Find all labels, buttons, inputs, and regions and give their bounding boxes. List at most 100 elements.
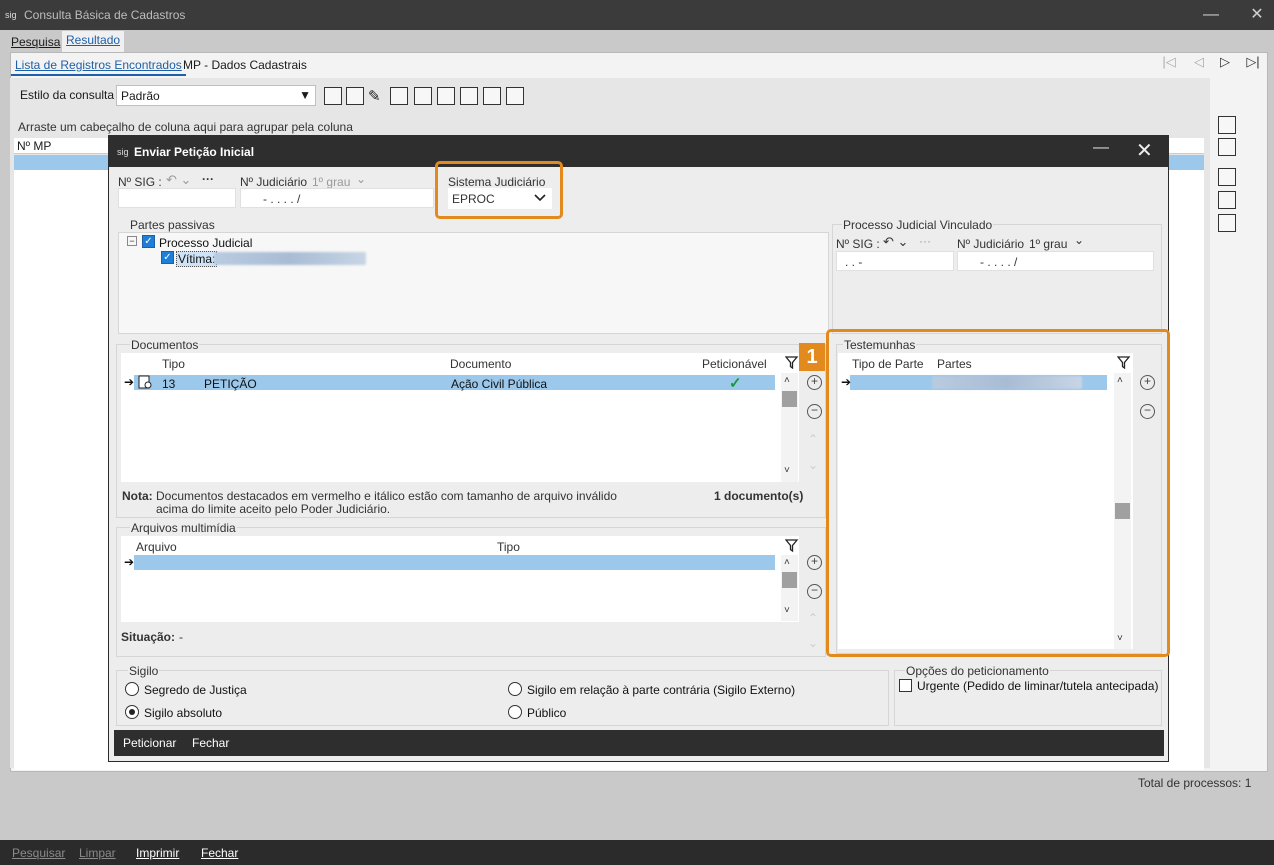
judicial-mask: - . . . . /	[263, 192, 301, 206]
dialog-close-button[interactable]: ✕	[1136, 138, 1153, 163]
vinc-judicial-field[interactable]: - . . . . /	[957, 251, 1154, 271]
multimidia-scrollbar[interactable]: ˄ ˅	[781, 555, 798, 621]
vinc-grau-label[interactable]: 1º grau	[1029, 237, 1067, 251]
option-sigilo-absoluto[interactable]: Sigilo absoluto	[144, 706, 222, 720]
judicial-field[interactable]: - . . . . /	[240, 188, 434, 208]
move-up-icon[interactable]: ⌃	[808, 611, 818, 625]
documentos-scrollbar[interactable]: ˄ ˅	[781, 373, 798, 482]
filter-icon[interactable]	[785, 539, 799, 553]
certificate-icon	[138, 375, 152, 389]
prev-record-icon[interactable]: ◁	[1188, 54, 1210, 72]
scroll-thumb[interactable]	[782, 572, 797, 588]
col-documento[interactable]: Documento	[450, 357, 511, 371]
chevron-down-icon[interactable]: ˅	[784, 605, 790, 616]
fechar-button[interactable]: Fechar	[201, 846, 238, 860]
table-icon[interactable]	[1218, 168, 1236, 186]
doc-documento: Ação Civil Pública	[451, 377, 548, 391]
rows-icon[interactable]	[1218, 191, 1236, 209]
tree-icon[interactable]	[460, 87, 478, 105]
radio-sigilo-absoluto[interactable]	[125, 705, 139, 719]
checkbox-processo[interactable]: ✓	[142, 235, 155, 248]
app-icon: sig	[117, 147, 129, 157]
highlight-testemunhas	[826, 329, 1170, 657]
vinc-sig-field[interactable]: . . -	[836, 251, 954, 271]
close-window-button[interactable]: ✕	[1242, 4, 1272, 26]
move-down-icon[interactable]: ⌄	[808, 636, 818, 650]
chevron-down-icon[interactable]: ⌄	[1074, 233, 1084, 247]
chevron-down-icon[interactable]: ˅	[784, 465, 790, 476]
doc-code: 13	[162, 377, 176, 391]
document-count: 1 documento(s)	[714, 489, 804, 503]
vinc-judicial-label: Nº Judiciário	[957, 237, 1025, 251]
chevron-up-icon[interactable]: ˄	[784, 375, 790, 386]
last-record-icon[interactable]: ▷|	[1242, 54, 1264, 72]
option-publico[interactable]: Público	[527, 706, 566, 720]
save-layout-icon[interactable]	[324, 87, 342, 105]
column-num-mp[interactable]: Nº MP	[17, 139, 51, 153]
radio-publico[interactable]	[508, 705, 522, 719]
checkbox-vitima[interactable]: ✓	[161, 251, 174, 264]
scroll-thumb[interactable]	[782, 391, 797, 407]
dialog-minimize-button[interactable]: —	[1093, 139, 1109, 157]
radio-segredo[interactable]	[125, 682, 139, 696]
group-bar-text: Arraste um cabeçalho de coluna aqui para…	[18, 120, 353, 134]
urgente-label[interactable]: Urgente (Pedido de liminar/tutela anteci…	[917, 679, 1158, 693]
dialog-fechar-button[interactable]: Fechar	[192, 736, 229, 750]
first-record-icon[interactable]: |◁	[1158, 54, 1180, 72]
app-icon: sig	[5, 10, 17, 20]
tree-view-icon[interactable]	[1218, 116, 1236, 134]
vinculado-label: Processo Judicial Vinculado	[842, 218, 994, 232]
remove-document-icon[interactable]: −	[807, 404, 822, 419]
edit-icon[interactable]: ✎	[368, 87, 386, 105]
minimize-button[interactable]: —	[1196, 4, 1226, 26]
export-icon[interactable]	[390, 87, 408, 105]
sig-field[interactable]	[118, 188, 236, 208]
option-segredo[interactable]: Segredo de Justiça	[144, 683, 247, 697]
svg-text:sig: sig	[5, 10, 17, 20]
list-icon[interactable]	[1218, 138, 1236, 156]
grau-label[interactable]: 1º grau	[312, 175, 350, 189]
col-tipo-multimidia[interactable]: Tipo	[497, 540, 520, 554]
chevron-up-icon[interactable]: ˄	[784, 557, 790, 568]
more-icon[interactable]: ···	[202, 172, 214, 186]
pesquisar-button[interactable]: Pesquisar	[12, 846, 65, 860]
collapse-icon[interactable]: −	[127, 236, 137, 246]
col-arquivo[interactable]: Arquivo	[136, 540, 177, 554]
col-peticionavel[interactable]: Peticionável	[702, 357, 767, 371]
check-icon: ✓	[729, 375, 742, 392]
judicial-label: Nº Judiciário	[240, 175, 308, 189]
col-tipo[interactable]: Tipo	[162, 357, 185, 371]
filter-report-icon[interactable]	[506, 87, 524, 105]
tab-dados-cadastrais[interactable]: MP - Dados Cadastrais	[179, 56, 311, 74]
add-document-icon[interactable]: +	[807, 375, 822, 390]
remove-file-icon[interactable]: −	[807, 584, 822, 599]
move-up-icon[interactable]: ⌃	[808, 432, 818, 446]
report-icon[interactable]	[437, 87, 455, 105]
estilo-select[interactable]: Padrão ▼	[116, 85, 316, 106]
more-icon[interactable]: ···	[919, 234, 931, 248]
undo-icon[interactable]: ↶ ⌄	[883, 234, 908, 250]
add-file-icon[interactable]: +	[807, 555, 822, 570]
chevron-down-icon[interactable]: ⌄	[356, 172, 366, 186]
document-icon[interactable]	[414, 87, 432, 105]
peticionar-button[interactable]: Peticionar	[123, 736, 176, 750]
undo-icon[interactable]: ↶ ⌄	[166, 172, 191, 188]
tree-alt-icon[interactable]	[483, 87, 501, 105]
radio-sigilo-externo[interactable]	[508, 682, 522, 696]
next-record-icon[interactable]: ▷	[1214, 54, 1236, 72]
filter-icon[interactable]	[785, 356, 799, 370]
tree-child-label[interactable]: Vítima:	[176, 251, 218, 267]
imprimir-button[interactable]: Imprimir	[136, 846, 179, 860]
limpar-button[interactable]: Limpar	[79, 846, 116, 860]
checkbox-urgente[interactable]	[899, 679, 912, 692]
option-sigilo-externo[interactable]: Sigilo em relação à parte contrária (Sig…	[527, 683, 795, 697]
chevron-down-icon: ▼	[299, 88, 311, 102]
move-down-icon[interactable]: ⌄	[808, 458, 818, 472]
tab-lista-registros[interactable]: Lista de Registros Encontrados	[11, 56, 186, 76]
table-row[interactable]	[134, 555, 775, 570]
tab-resultado[interactable]: Resultado	[62, 31, 125, 52]
dialog-footer: Peticionar Fechar	[114, 730, 1164, 756]
tab-pesquisa[interactable]: Pesquisa	[7, 33, 64, 51]
print-icon[interactable]	[1218, 214, 1236, 232]
delete-icon[interactable]	[346, 87, 364, 105]
